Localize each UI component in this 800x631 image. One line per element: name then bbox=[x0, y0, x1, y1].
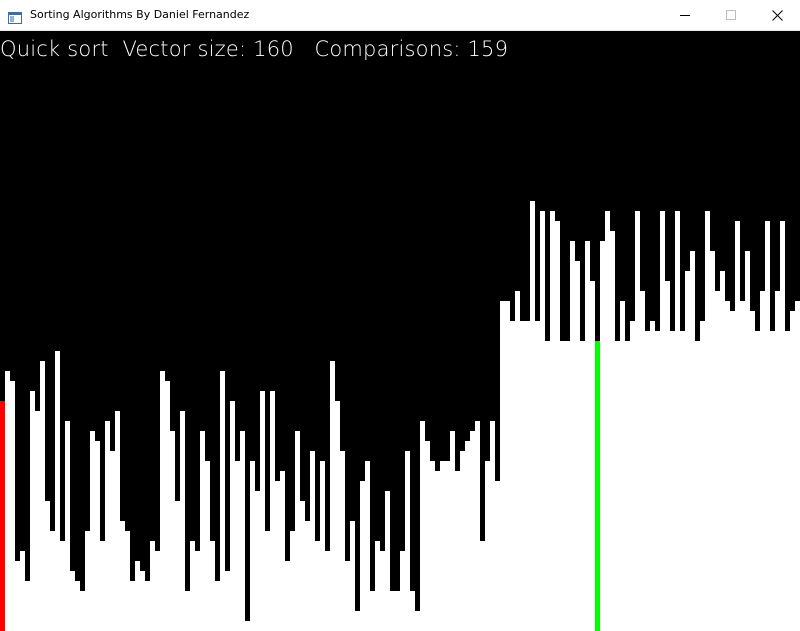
bar-159 bbox=[795, 301, 800, 631]
title-bar[interactable]: Sorting Algorithms By Daniel Fernandez bbox=[0, 0, 800, 31]
window-title: Sorting Algorithms By Daniel Fernandez bbox=[30, 8, 250, 21]
visualization-canvas: Quick sort Vector size: 160 Comparisons:… bbox=[0, 31, 800, 631]
bar-48 bbox=[240, 431, 245, 631]
minimize-icon bbox=[679, 6, 691, 25]
app-window-icon bbox=[8, 9, 22, 24]
comparisons-label: Comparisons: 159 bbox=[314, 37, 509, 61]
minimize-button[interactable] bbox=[662, 0, 708, 30]
algorithm-label: Quick sort bbox=[0, 37, 109, 61]
status-line: Quick sort Vector size: 160 Comparisons:… bbox=[0, 36, 508, 62]
app-window: Sorting Algorithms By Daniel Fernandez Q… bbox=[0, 0, 800, 631]
close-button[interactable] bbox=[754, 0, 800, 30]
maximize-button[interactable] bbox=[708, 0, 754, 30]
maximize-icon bbox=[725, 6, 737, 25]
vector-size-label: Vector size: 160 bbox=[122, 37, 294, 61]
bar-chart bbox=[0, 31, 800, 631]
close-icon bbox=[771, 6, 783, 25]
